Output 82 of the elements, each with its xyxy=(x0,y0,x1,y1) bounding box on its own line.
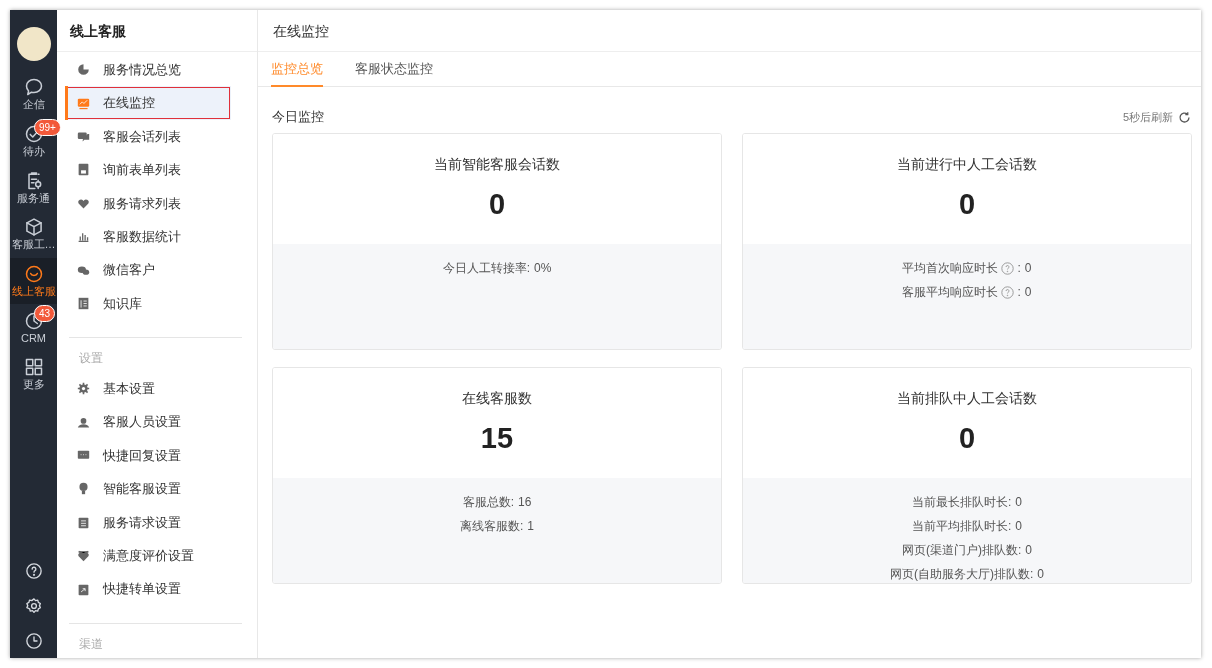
chat-bubble-icon xyxy=(23,77,44,98)
stat-value: 0 xyxy=(1024,260,1032,277)
stat-label: 离线客服数: xyxy=(460,518,524,535)
sidebar-item[interactable]: 知识库 xyxy=(57,286,257,321)
count-badge: 43 xyxy=(34,305,56,323)
book-icon xyxy=(77,296,90,310)
rail-item[interactable]: 更多 xyxy=(10,351,57,398)
stat-colon: : xyxy=(1017,284,1021,301)
sidebar-item[interactable]: 询前表单列表 xyxy=(57,153,257,187)
rail-item[interactable]: 客服工… xyxy=(10,211,57,258)
stat-value: 0 xyxy=(1024,284,1032,301)
rail-item[interactable]: 线上客服 xyxy=(10,257,57,305)
rail-item[interactable]: 企信 xyxy=(10,71,57,118)
stat-label: 今日人工转接率: xyxy=(442,260,530,277)
pie-chart-icon xyxy=(77,63,90,77)
stat-value: 1 xyxy=(527,518,534,535)
stat-colon: : xyxy=(1017,260,1021,277)
stat-value: 0 xyxy=(1015,494,1022,511)
sidebar-item[interactable]: 微信客户 xyxy=(57,253,257,287)
clock-icon xyxy=(24,632,43,650)
card-title: 当前排队中人工会话数 xyxy=(897,389,1037,408)
page-title: 在线监控 xyxy=(258,10,1201,52)
stat-label: 网页(自助服务大厅)排队数: xyxy=(890,566,1034,583)
sidebar-item[interactable]: 服务请求设置 xyxy=(57,505,257,540)
chat-bubbles-icon xyxy=(77,263,90,277)
section-title: 今日监控 xyxy=(272,108,324,127)
grid-icon xyxy=(23,357,44,378)
stat-label: 客服总数: xyxy=(462,494,514,511)
stat-value: 0 xyxy=(1015,518,1022,535)
sidebar-item[interactable]: 满意度评价设置 xyxy=(57,539,257,573)
card-title: 在线客服数 xyxy=(462,389,532,408)
stat-label: 当前最长排队时长: xyxy=(912,494,1012,511)
chart-screen-icon xyxy=(77,96,90,110)
help-icon[interactable] xyxy=(1001,285,1015,299)
stat-label: 平均首次响应时长 xyxy=(902,260,999,277)
sidebar-item[interactable]: 快捷回复设置 xyxy=(57,438,257,473)
stat-value: 0 xyxy=(1025,542,1032,559)
card-value: 15 xyxy=(479,424,515,453)
avatar xyxy=(16,27,51,61)
help-icon[interactable] xyxy=(1001,261,1015,275)
form-icon xyxy=(77,163,90,177)
stat-value: 0% xyxy=(534,260,552,277)
section-label: 渠道 xyxy=(78,635,104,653)
refresh-countdown: 5秒后刷新 xyxy=(1122,109,1173,125)
card-value: 0 xyxy=(957,190,977,219)
section-label: 设置 xyxy=(78,350,104,368)
smile-chat-icon xyxy=(23,264,44,284)
clipboard-icon xyxy=(77,515,90,529)
rail-item[interactable]: 服务通 xyxy=(10,164,57,212)
heart-icon xyxy=(77,549,90,563)
stat-value: 0 xyxy=(1037,566,1044,583)
card-title: 当前进行中人工会话数 xyxy=(897,155,1037,174)
sidebar-item[interactable]: 客服数据统计 xyxy=(57,219,257,254)
sidebar-item[interactable]: 基本设置 xyxy=(57,372,257,406)
stat-label: 网页(渠道门户)排队数: xyxy=(902,542,1022,559)
help-icon xyxy=(24,562,43,580)
sidebar-item[interactable]: 快捷转单设置 xyxy=(57,572,257,606)
transfer-icon xyxy=(77,582,90,596)
cube-icon xyxy=(23,217,44,238)
bar-chart-icon xyxy=(77,230,90,244)
card-value: 0 xyxy=(487,190,507,219)
stat-label: 客服平均响应时长 xyxy=(902,284,999,301)
sidebar-item[interactable]: 服务情况总览 xyxy=(57,53,257,87)
rail-item[interactable]: CRM 43 xyxy=(10,304,57,352)
sidebar-title: 线上客服 xyxy=(57,10,257,52)
stat-value: 16 xyxy=(518,494,532,511)
person-icon xyxy=(77,415,90,429)
card-value: 0 xyxy=(957,424,977,453)
gear-icon xyxy=(77,382,90,396)
settings-icon xyxy=(24,597,43,615)
card-title: 当前智能客服会话数 xyxy=(434,155,560,174)
sidebar-item[interactable]: 服务请求列表 xyxy=(57,186,257,220)
sidebar-item[interactable]: 智能客服设置 xyxy=(57,472,257,506)
refresh-icon[interactable] xyxy=(1178,110,1191,124)
stat-label: 当前平均排队时长: xyxy=(912,518,1012,535)
chat-icon xyxy=(77,129,90,143)
tab[interactable]: 客服状态监控 xyxy=(355,52,433,87)
count-badge: 99+ xyxy=(34,118,61,136)
sidebar-item[interactable]: 客服人员设置 xyxy=(57,405,257,439)
sidebar-item[interactable]: 在线监控 xyxy=(65,86,231,120)
stats-panel[interactable]: 当前最长排队时长: 0 当前平均排队时长: 0 网页(渠道门户)排队数: 0 网页(自助服务大厅)排队数: 0 xyxy=(743,478,1191,583)
lightbulb-icon xyxy=(77,482,90,496)
